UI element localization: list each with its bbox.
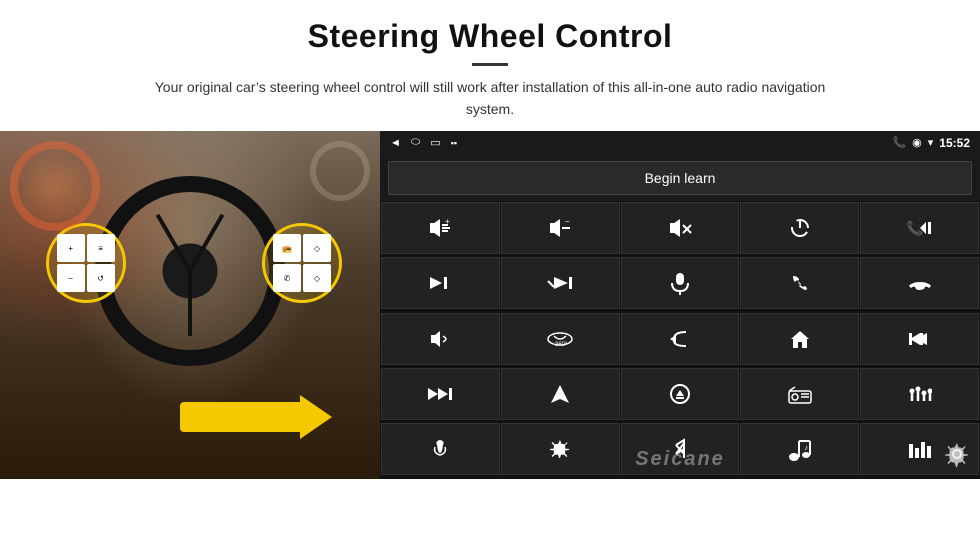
eq-settings-button[interactable] (860, 368, 979, 420)
home-button[interactable] (740, 313, 859, 365)
subtitle: Your original car’s steering wheel contr… (140, 76, 840, 121)
car-photo: + ≡ − ↺ 📻 ◇ ✆ ◇ (0, 131, 380, 479)
android-wrapper: ◄ ⬭ ▭ ▪▪ 📞 ◉ ▾ 15:52 Begin learn (380, 131, 980, 479)
settings-round-button[interactable] (501, 423, 620, 475)
location-status-icon: ◉ (912, 136, 922, 149)
page-title: Steering Wheel Control (60, 18, 920, 55)
begin-learn-button[interactable]: Begin learn (388, 161, 972, 195)
yellow-arrow (180, 395, 332, 439)
music-button[interactable]: ♪ (740, 423, 859, 475)
content-row: + ≡ − ↺ 📻 ◇ ✆ ◇ (0, 131, 980, 548)
svg-text:♪: ♪ (804, 443, 808, 452)
vol-down-button[interactable]: − (501, 202, 620, 254)
pause-next-button[interactable] (501, 257, 620, 309)
svg-text:+: + (445, 217, 450, 226)
microphone-button[interactable] (621, 257, 740, 309)
home-nav-icon[interactable]: ⬭ (411, 136, 420, 149)
sw-spoke-top (188, 271, 192, 336)
next-track-button[interactable] (381, 257, 500, 309)
page-container: Steering Wheel Control Your original car… (0, 0, 980, 548)
360-view-button[interactable]: 360° (501, 313, 620, 365)
steering-wheel-container: + ≡ − ↺ 📻 ◇ ✆ ◇ (0, 131, 380, 479)
back-nav-icon[interactable]: ◄ (390, 137, 401, 149)
right-button-highlight: 📻 ◇ ✆ ◇ (262, 223, 342, 303)
title-divider (472, 63, 508, 66)
status-bar-right: 📞 ◉ ▾ 15:52 (892, 136, 970, 150)
fast-fwd-button[interactable] (381, 368, 500, 420)
icon-grid: + − 📞 (380, 201, 980, 479)
call-button[interactable] (740, 257, 859, 309)
gear-settings-icon[interactable] (944, 441, 970, 473)
speedometer-right (310, 141, 370, 201)
hang-up-button[interactable] (860, 257, 979, 309)
android-unit: ◄ ⬭ ▭ ▪▪ 📞 ◉ ▾ 15:52 Begin learn (380, 131, 980, 479)
phone-status-icon: 📞 (892, 136, 906, 149)
status-bar-left: ◄ ⬭ ▭ ▪▪ (390, 136, 457, 149)
mute-button[interactable] (621, 202, 740, 254)
speaker-button[interactable] (381, 313, 500, 365)
wifi-status-icon: ▾ (928, 136, 934, 149)
begin-learn-row: Begin learn (380, 155, 980, 201)
phone-prev-button[interactable]: 📞 (860, 202, 979, 254)
status-bar: ◄ ⬭ ▭ ▪▪ 📞 ◉ ▾ 15:52 (380, 131, 980, 155)
svg-text:360°: 360° (555, 342, 568, 348)
navigate-button[interactable] (501, 368, 620, 420)
power-button[interactable] (740, 202, 859, 254)
bluetooth-button[interactable] (621, 423, 740, 475)
eject-button[interactable] (621, 368, 740, 420)
clock-display: 15:52 (939, 136, 970, 150)
svg-text:−: − (565, 217, 570, 226)
left-button-highlight: + ≡ − ↺ (46, 223, 126, 303)
prev-prev-button[interactable] (860, 313, 979, 365)
vol-up-button[interactable]: + (381, 202, 500, 254)
voice-button[interactable] (381, 423, 500, 475)
recents-nav-icon[interactable]: ▭ (430, 136, 440, 149)
back-button[interactable] (621, 313, 740, 365)
header-section: Steering Wheel Control Your original car… (0, 0, 980, 131)
radio-button[interactable] (740, 368, 859, 420)
speedometer-left (10, 141, 100, 231)
battery-icon: ▪▪ (451, 138, 457, 148)
